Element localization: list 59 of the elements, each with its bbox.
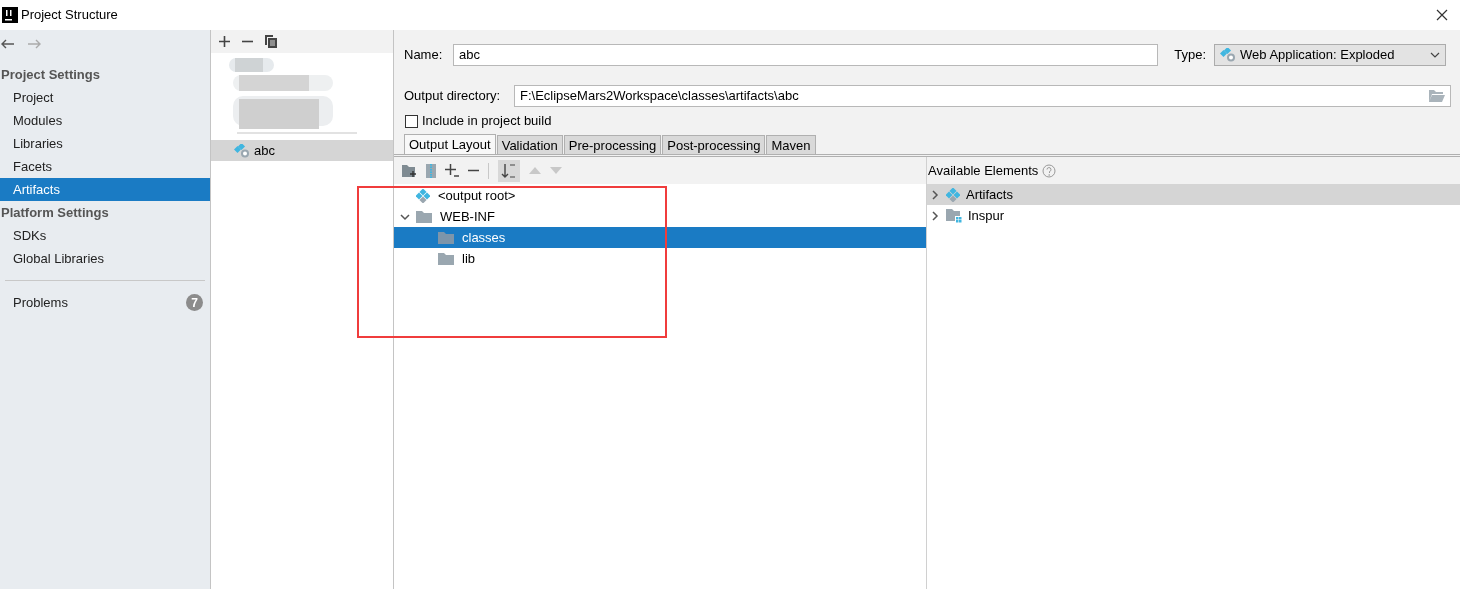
folder-icon (416, 210, 432, 223)
output-directory-label: Output directory: (404, 87, 502, 106)
sidebar-item[interactable]: Modules (0, 109, 210, 132)
sidebar-item[interactable]: Libraries (0, 132, 210, 155)
tree-row[interactable]: WEB-INF (394, 206, 926, 227)
output-directory-field[interactable]: F:\EclipseMars2Workspace\classes\artifacts\abc (514, 85, 1451, 107)
copy-icon[interactable] (265, 35, 277, 48)
sidebar-item[interactable]: Artifacts (0, 178, 210, 201)
type-dropdown[interactable]: Web Application: Exploded (1214, 44, 1446, 66)
tree-row[interactable]: lib (394, 248, 926, 269)
module-folder-icon (946, 208, 962, 223)
include-checkbox[interactable] (405, 114, 418, 128)
sidebar-item[interactable]: SDKs (0, 224, 210, 247)
section-heading: Project Settings (0, 65, 101, 84)
name-label: Name: (404, 46, 444, 65)
sidebar-item[interactable]: Facets (0, 155, 210, 178)
type-label: Type: (1174, 46, 1206, 65)
tree-row[interactable]: <output root> (394, 185, 926, 206)
artifact-icon (416, 188, 430, 203)
tree-label: classes (462, 228, 506, 247)
artifact-item[interactable]: abc (211, 140, 393, 161)
sort-icon[interactable] (498, 159, 520, 182)
chevron-down-icon[interactable] (400, 211, 410, 222)
tree-label: WEB-INF (440, 207, 495, 226)
window-title: Project Structure (21, 6, 118, 25)
include-label: Include in project build (422, 112, 552, 131)
web-artifact-icon (234, 143, 250, 158)
problems-count-badge: 7 (186, 294, 203, 311)
tree-label: Artifacts (966, 185, 1013, 204)
tree-label: <output root> (438, 186, 516, 205)
folder-icon (438, 231, 454, 244)
tree-row[interactable]: classes (394, 227, 926, 248)
chevron-right-icon[interactable] (930, 210, 940, 221)
tab[interactable]: Post-processing (662, 135, 766, 154)
tree-row[interactable]: Inspur (927, 205, 1460, 226)
tab[interactable]: Pre-processing (563, 135, 662, 154)
section-heading: Platform Settings (0, 203, 110, 222)
back-arrow-icon[interactable] (1, 39, 15, 49)
name-field[interactable]: abc (453, 44, 1159, 66)
available-elements-title: Available Elements (928, 161, 1039, 180)
folder-icon (438, 252, 454, 265)
close-icon (1436, 9, 1448, 21)
sidebar-item[interactable]: Project (0, 86, 210, 109)
sidebar-item[interactable]: Problems 7 (0, 291, 210, 314)
tab[interactable]: Output Layout (404, 134, 496, 154)
chevron-right-icon[interactable] (930, 189, 940, 200)
dropdown-caret-icon (1430, 52, 1440, 58)
web-artifact-icon (1220, 48, 1236, 62)
tree-row[interactable]: Artifacts (927, 184, 1460, 205)
tree-label: Inspur (968, 206, 1005, 225)
sidebar-item[interactable]: Global Libraries (0, 247, 210, 270)
tree-label: lib (462, 249, 475, 268)
tab[interactable]: Maven (766, 135, 816, 154)
add-icon[interactable] (219, 36, 230, 47)
tab[interactable]: Validation (496, 135, 563, 154)
artifacts-icon (946, 187, 960, 202)
artifact-label: abc (254, 141, 275, 160)
new-folder-icon[interactable] (402, 164, 417, 177)
add-icon[interactable] (445, 164, 459, 177)
